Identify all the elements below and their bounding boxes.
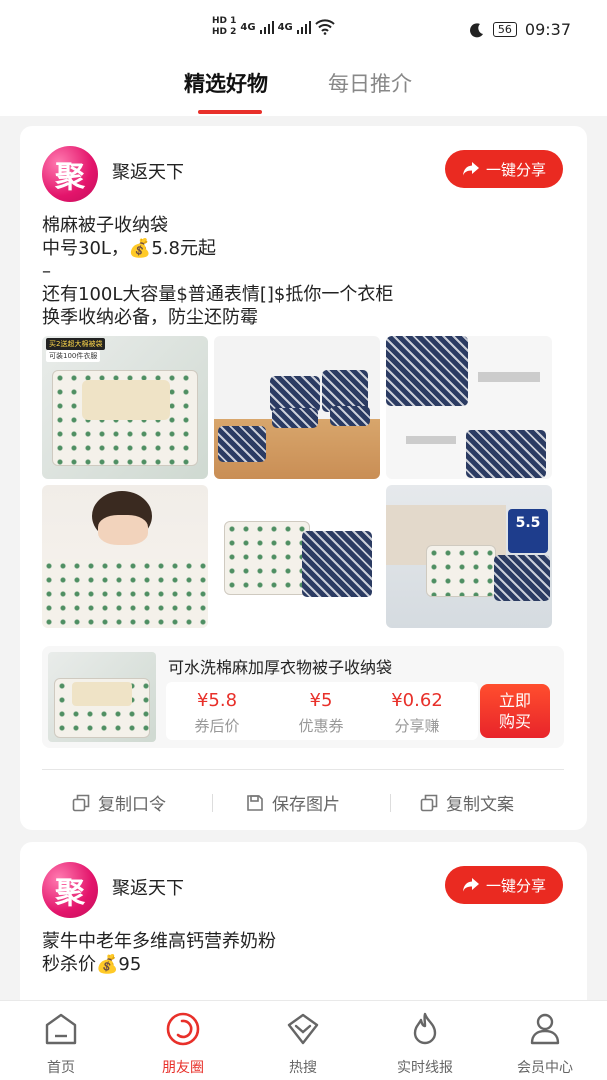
nav-label: 热搜	[289, 1060, 317, 1076]
image-tag: 买2送超大棉被袋	[46, 338, 106, 350]
hot-search-icon	[287, 1013, 319, 1045]
coupon-value: ¥5	[309, 690, 333, 711]
active-tab-indicator	[198, 110, 262, 114]
status-bar: HD 1 HD 2 4G 4G 56 09:37	[0, 0, 607, 60]
top-tabs: 精选好物 每日推介	[0, 60, 607, 116]
post-text[interactable]: 棉麻被子收纳袋 中号30L，💰5.8元起 – 还有100L大容量$普通表情[]$…	[42, 214, 393, 329]
share-button[interactable]: 一键分享	[445, 866, 563, 904]
share-earn-label: 分享赚	[394, 717, 440, 735]
moon-icon	[469, 22, 483, 37]
nav-label: 会员中心	[517, 1060, 573, 1076]
copy-text-label: 复制文案	[446, 795, 514, 815]
moments-icon	[166, 1012, 200, 1046]
post-line: –	[42, 261, 51, 282]
signal-indicators: HD 1 HD 2 4G 4G	[212, 16, 335, 38]
nav-hot-search[interactable]: 热搜	[248, 1011, 358, 1077]
user-name: 聚返天下	[112, 162, 184, 183]
product-image[interactable]: 5.5	[386, 485, 552, 628]
share-icon	[462, 162, 479, 176]
buy-label-line: 立即	[498, 691, 531, 710]
post-line: 秒杀价💰95	[42, 954, 142, 975]
post-line: 还有100L大容量$普通表情[]$抵你一个衣柜	[42, 284, 394, 305]
save-image-button[interactable]: 保存图片	[246, 790, 340, 815]
share-icon	[462, 878, 479, 892]
avatar[interactable]: 聚	[42, 146, 98, 202]
flame-icon	[413, 1012, 437, 1045]
product-card[interactable]: 可水洗棉麻加厚衣物被子收纳袋 ¥5.8 券后价 ¥5 优惠券 ¥0.62 分享赚…	[42, 646, 564, 748]
image-grid: 买2送超大棉被袋 可装100件衣服 5.5	[42, 336, 552, 628]
home-icon	[45, 1013, 77, 1045]
tab-daily[interactable]: 每日推介	[328, 68, 412, 98]
nav-live-deals[interactable]: 实时线报	[370, 1011, 480, 1077]
divider	[42, 769, 564, 770]
avatar[interactable]: 聚	[42, 862, 98, 918]
signal-icon-2	[296, 20, 311, 34]
share-button[interactable]: 一键分享	[445, 150, 563, 188]
nav-home[interactable]: 首页	[6, 1011, 116, 1077]
copy-icon	[72, 794, 90, 811]
nav-member[interactable]: 会员中心	[490, 1011, 600, 1077]
nav-label: 首页	[47, 1060, 75, 1076]
product-image[interactable]	[42, 485, 208, 628]
copy-code-button[interactable]: 复制口令	[72, 790, 166, 815]
product-title: 可水洗棉麻加厚衣物被子收纳袋	[168, 658, 393, 677]
nav-label: 朋友圈	[162, 1060, 204, 1076]
post-text[interactable]: 蒙牛中老年多维高钙营养奶粉 秒杀价💰95	[42, 930, 276, 976]
save-image-label: 保存图片	[272, 795, 340, 815]
clock: 09:37	[524, 20, 571, 39]
hd1-label: HD 1	[212, 16, 237, 26]
copy-icon	[420, 794, 438, 811]
product-image[interactable]	[214, 336, 380, 479]
user-name: 聚返天下	[112, 878, 184, 899]
coupon-value-label: 优惠券	[298, 717, 344, 735]
user-icon	[530, 1013, 560, 1045]
product-image[interactable]	[386, 336, 552, 479]
buy-now-button[interactable]: 立即 购买	[480, 684, 550, 738]
image-tag: 可装100件衣服	[46, 350, 101, 362]
nav-label: 实时线报	[397, 1060, 453, 1076]
bottom-nav: 首页 朋友圈 热搜 实时线报 会员中心	[0, 1000, 607, 1080]
network-label: 4G	[240, 21, 256, 33]
product-thumbnail[interactable]	[48, 652, 156, 742]
post-line: 换季收纳必备，防尘还防霉	[42, 307, 258, 328]
nav-moments[interactable]: 朋友圈	[128, 1011, 238, 1077]
battery-icon: 56	[492, 22, 517, 37]
share-earn: ¥0.62	[391, 690, 443, 711]
signal-icon	[259, 20, 274, 34]
coupon-price-label: 券后价	[194, 717, 240, 735]
share-label: 一键分享	[485, 876, 546, 895]
product-image[interactable]	[214, 485, 380, 628]
buy-label-line: 购买	[498, 712, 531, 731]
action-bar: 复制口令 保存图片 复制文案	[42, 784, 564, 820]
post-line: 棉麻被子收纳袋	[42, 215, 168, 236]
post-line: 蒙牛中老年多维高钙营养奶粉	[42, 931, 276, 952]
copy-code-label: 复制口令	[98, 795, 166, 815]
save-icon	[247, 794, 263, 811]
price-panel: ¥5.8 券后价 ¥5 优惠券 ¥0.62 分享赚	[166, 682, 478, 740]
price-badge: 5.5	[508, 509, 548, 553]
copy-text-button[interactable]: 复制文案	[420, 790, 514, 815]
post-card: 聚 聚返天下 一键分享 棉麻被子收纳袋 中号30L，💰5.8元起 – 还有100…	[20, 126, 587, 830]
post-line: 中号30L，💰5.8元起	[42, 238, 216, 259]
product-image[interactable]: 买2送超大棉被袋 可装100件衣服	[42, 336, 208, 479]
network-label-2: 4G	[277, 21, 293, 33]
hd2-label: HD 2	[212, 27, 237, 37]
wifi-icon	[315, 19, 335, 35]
coupon-price: ¥5.8	[196, 690, 238, 711]
tab-featured[interactable]: 精选好物	[184, 68, 268, 98]
share-label: 一键分享	[485, 160, 546, 179]
